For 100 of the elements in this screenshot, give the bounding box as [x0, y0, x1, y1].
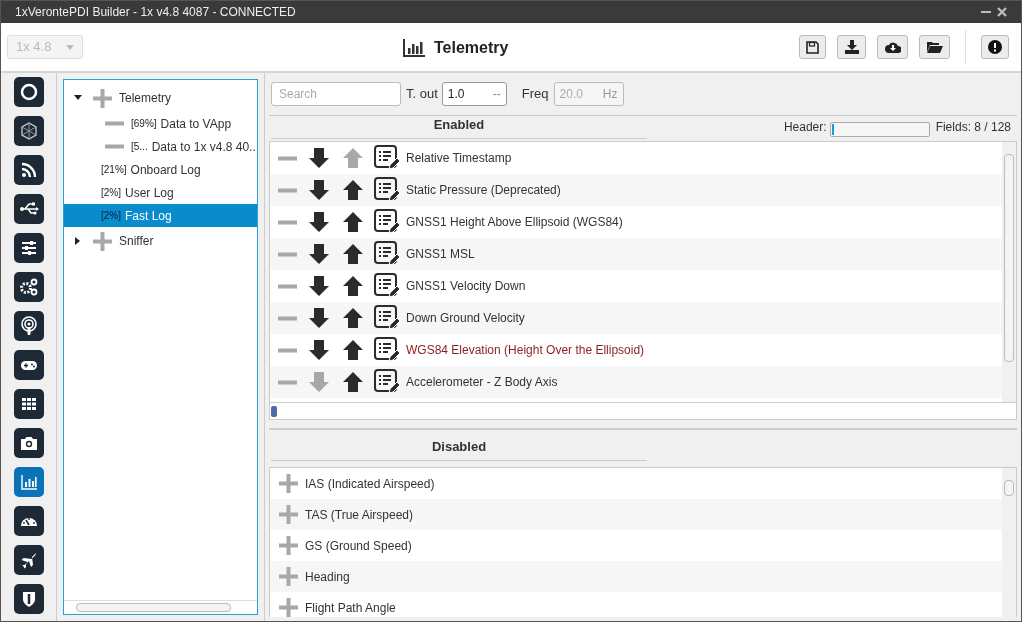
field-name: TAS (True Airspeed): [305, 506, 414, 524]
field-name: Static Pressure (Deprecated): [406, 182, 561, 199]
tree-item[interactable]: [2%] Fast Log: [64, 204, 257, 227]
minus-icon: [278, 155, 297, 161]
exclamation-icon: [988, 40, 1002, 54]
edit-list-icon[interactable]: [374, 337, 400, 363]
folder-icon: [926, 41, 943, 53]
field-name: Accelerometer - Z Body Axis: [406, 374, 558, 391]
up-arrow-icon[interactable]: [342, 180, 364, 200]
tree-item-label: User Log: [125, 184, 174, 202]
plus-icon: [279, 474, 298, 493]
up-arrow-icon[interactable]: [342, 212, 364, 232]
fields-count: Fields: 8 / 128: [935, 119, 1011, 136]
percent-tag: [2%]: [101, 208, 121, 223]
sidebar-button[interactable]: [13, 428, 44, 458]
vertical-scrollbar[interactable]: [1002, 142, 1016, 402]
download-icon: [844, 40, 859, 54]
disabled-heading: Disabled: [431, 439, 487, 454]
broadcast-icon: [18, 316, 39, 336]
edit-list-icon[interactable]: [374, 241, 400, 267]
up-arrow-icon[interactable]: [342, 276, 364, 296]
edit-list-icon[interactable]: [374, 273, 400, 299]
sidebar-button[interactable]: [13, 194, 44, 224]
horizontal-scrollbar[interactable]: [269, 403, 1017, 420]
sidebar-button[interactable]: [13, 272, 44, 302]
tree-item[interactable]: [21%] Onboard Log: [64, 158, 257, 181]
tree-item-label: Sniffer: [119, 233, 154, 250]
edit-list-icon[interactable]: [374, 177, 400, 203]
sidebar-button[interactable]: [13, 77, 44, 107]
field-name: GNSS1 Height Above Ellipsoid (WGS84): [406, 214, 623, 231]
tree-item-label: Onboard Log: [130, 161, 201, 179]
field-name: IAS (Indicated Airspeed): [305, 475, 435, 493]
timeout-field[interactable]: 1.0 --: [441, 82, 507, 106]
caret-down-icon: [66, 44, 74, 50]
minus-icon: [278, 347, 297, 353]
tree-item[interactable]: [69%] Data to VApp: [64, 112, 257, 135]
minus-icon: [278, 187, 297, 193]
field-name: GS (Ground Speed): [305, 537, 412, 555]
tree-item[interactable]: [2%] User Log: [64, 181, 257, 204]
down-arrow-icon[interactable]: [308, 180, 330, 200]
sidebar-button[interactable]: [13, 311, 44, 341]
alert-button[interactable]: [981, 35, 1009, 59]
down-arrow-icon[interactable]: [308, 148, 330, 168]
open-folder-button[interactable]: [919, 35, 950, 59]
sidebar-button[interactable]: [13, 350, 44, 380]
horizontal-scrollbar[interactable]: [64, 600, 257, 614]
down-arrow-icon[interactable]: [308, 276, 330, 296]
close-icon[interactable]: [997, 7, 1007, 17]
sidebar-button[interactable]: [13, 545, 44, 575]
minus-icon: [278, 219, 297, 225]
tree-item-label: Fast Log: [125, 207, 172, 225]
download-button[interactable]: [837, 35, 866, 59]
sidebar-button[interactable]: [13, 506, 44, 536]
down-arrow-icon[interactable]: [308, 244, 330, 264]
percent-tag: [21%]: [101, 162, 127, 177]
down-arrow-icon[interactable]: [308, 308, 330, 328]
up-arrow-icon[interactable]: [342, 340, 364, 360]
plus-icon: [279, 505, 298, 524]
sidebar-button[interactable]: [13, 389, 44, 419]
hexagon-icon: [18, 121, 39, 141]
tree-item-label: Telemetry: [119, 90, 171, 107]
field-name: Flight Path Angle: [305, 599, 396, 617]
bar-chart-icon: [18, 472, 39, 492]
sidebar-button[interactable]: [13, 116, 44, 146]
window-title: 1xVerontePDI Builder - 1x v4.8 4087 - CONNECTED: [15, 4, 296, 21]
field-name: GNSS1 MSL: [406, 246, 475, 263]
up-arrow-icon[interactable]: [342, 308, 364, 328]
down-arrow-icon[interactable]: [308, 212, 330, 232]
tree-item-label: Data to VApp: [160, 115, 232, 133]
sidebar-button[interactable]: [13, 584, 44, 614]
tree-item[interactable]: Telemetry: [64, 84, 257, 112]
search-field[interactable]: Search: [271, 82, 401, 106]
minus-icon: [278, 283, 297, 289]
up-arrow-icon[interactable]: [342, 372, 364, 392]
up-arrow-icon[interactable]: [342, 244, 364, 264]
edit-list-icon[interactable]: [374, 209, 400, 235]
tree-item-label: Data to 1x v4.8 40..: [151, 138, 256, 156]
field-name: GNSS1 Velocity Down: [406, 278, 526, 295]
minus-icon: [278, 379, 297, 385]
tree-item[interactable]: [5... Data to 1x v4.8 40..: [64, 135, 257, 158]
edit-list-icon[interactable]: [374, 145, 400, 171]
cloud-download-button[interactable]: [877, 35, 908, 59]
plus-icon: [279, 567, 298, 586]
collapsed-caret-icon[interactable]: [74, 237, 82, 245]
edit-list-icon[interactable]: [374, 369, 400, 395]
page-title: Telemetry: [434, 38, 509, 58]
timeout-label: T. out: [406, 85, 438, 104]
minus-icon: [105, 121, 124, 126]
sidebar-button[interactable]: [13, 155, 44, 185]
vertical-scrollbar[interactable]: [1002, 468, 1016, 617]
tree-item[interactable]: Sniffer: [64, 227, 257, 255]
minus-icon: [105, 144, 124, 149]
save-button[interactable]: [799, 35, 826, 59]
edit-list-icon[interactable]: [374, 305, 400, 331]
sidebar-button[interactable]: [13, 233, 44, 263]
field-name: Heading: [305, 568, 350, 586]
expanded-caret-icon[interactable]: [74, 94, 82, 102]
percent-tag: [2%]: [101, 185, 121, 200]
percent-tag: [5...: [131, 139, 148, 154]
down-arrow-icon[interactable]: [308, 340, 330, 360]
